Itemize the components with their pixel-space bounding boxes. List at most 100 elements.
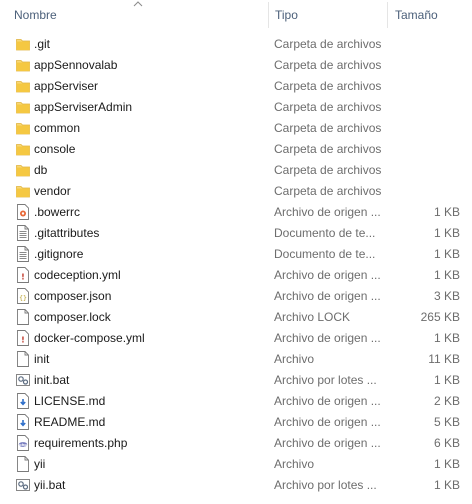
file-size: 1 KB bbox=[433, 457, 460, 471]
file-name: init bbox=[34, 352, 50, 366]
column-header-size[interactable]: Tamaño bbox=[389, 0, 472, 30]
file-row[interactable]: php requirements.php Archivo de origen ...… bbox=[0, 433, 472, 454]
file-row[interactable]: .gitattributes Documento de te... 1 KB bbox=[0, 223, 472, 244]
column-divider[interactable] bbox=[387, 2, 388, 28]
source-file-icon bbox=[16, 204, 30, 220]
file-name: appServiser bbox=[34, 79, 99, 93]
file-row[interactable]: appServiser Carpeta de archivos bbox=[0, 76, 472, 97]
file-type: Archivo de origen ... bbox=[274, 289, 381, 303]
file-size: 1 KB bbox=[433, 205, 460, 219]
file-size: 1 KB bbox=[433, 373, 460, 387]
file-type: Carpeta de archivos bbox=[274, 58, 382, 72]
file-row[interactable]: README.md Archivo de origen ... 5 KB bbox=[0, 412, 472, 433]
file-name: console bbox=[34, 142, 76, 156]
folder-icon bbox=[16, 162, 30, 178]
file-name: docker-compose.yml bbox=[34, 331, 145, 345]
file-row[interactable]: console Carpeta de archivos bbox=[0, 139, 472, 160]
column-header-name[interactable]: Nombre bbox=[8, 0, 268, 30]
file-row[interactable]: composer.lock Archivo LOCK 265 KB bbox=[0, 307, 472, 328]
file-name: appServiserAdmin bbox=[34, 100, 133, 114]
file-row[interactable]: ! docker-compose.yml Archivo de origen ...… bbox=[0, 328, 472, 349]
file-name: codeception.yml bbox=[34, 268, 121, 282]
file-name: README.md bbox=[34, 415, 106, 429]
folder-icon bbox=[16, 183, 30, 199]
file-type: Archivo de origen ... bbox=[274, 331, 381, 345]
svg-text:!: ! bbox=[21, 273, 25, 282]
file-size: 6 KB bbox=[433, 436, 460, 450]
file-type: Documento de te... bbox=[274, 226, 376, 240]
file-row[interactable]: common Carpeta de archivos bbox=[0, 118, 472, 139]
file-type: Archivo de origen ... bbox=[274, 436, 381, 450]
file-size: 265 KB bbox=[420, 310, 460, 324]
file-name: .gitattributes bbox=[34, 226, 100, 240]
file-type: Archivo de origen ... bbox=[274, 205, 381, 219]
text-document-icon bbox=[16, 225, 30, 241]
column-header-bar: Nombre Tipo Tamaño bbox=[0, 0, 472, 30]
file-name: composer.json bbox=[34, 289, 112, 303]
file-type: Carpeta de archivos bbox=[274, 142, 382, 156]
file-row[interactable]: yii.bat Archivo por lotes ... 1 KB bbox=[0, 475, 472, 496]
file-type: Carpeta de archivos bbox=[274, 100, 382, 114]
file-type: Carpeta de archivos bbox=[274, 37, 382, 51]
file-size: 11 KB bbox=[428, 352, 460, 366]
folder-icon bbox=[16, 78, 30, 94]
file-type: Archivo de origen ... bbox=[274, 268, 381, 282]
file-row[interactable]: LICENSE.md Archivo de origen ... 2 KB bbox=[0, 391, 472, 412]
file-type: Carpeta de archivos bbox=[274, 184, 382, 198]
file-size: 1 KB bbox=[433, 247, 460, 261]
svg-text:php: php bbox=[19, 443, 27, 447]
file-row[interactable]: appSennovalab Carpeta de archivos bbox=[0, 55, 472, 76]
blank-file-icon bbox=[16, 351, 30, 367]
file-type: Archivo de origen ... bbox=[274, 415, 381, 429]
file-size: 3 KB bbox=[433, 289, 460, 303]
file-size: 1 KB bbox=[433, 268, 460, 282]
markdown-file-icon bbox=[16, 414, 30, 430]
folder-icon bbox=[16, 141, 30, 157]
file-type: Carpeta de archivos bbox=[274, 163, 382, 177]
file-name: LICENSE.md bbox=[34, 394, 106, 408]
file-name: yii.bat bbox=[34, 478, 66, 492]
blank-file-icon bbox=[16, 456, 30, 472]
file-row[interactable]: vendor Carpeta de archivos bbox=[0, 181, 472, 202]
file-row[interactable]: init Archivo 11 KB bbox=[0, 349, 472, 370]
file-row[interactable]: appServiserAdmin Carpeta de archivos bbox=[0, 97, 472, 118]
folder-icon bbox=[16, 36, 30, 52]
file-size: 1 KB bbox=[433, 226, 460, 240]
file-row[interactable]: .gitignore Documento de te... 1 KB bbox=[0, 244, 472, 265]
text-document-icon bbox=[16, 246, 30, 262]
file-row[interactable]: ! codeception.yml Archivo de origen ... 1 K… bbox=[0, 265, 472, 286]
folder-icon bbox=[16, 99, 30, 115]
column-header-type[interactable]: Tipo bbox=[269, 0, 386, 30]
file-name: .git bbox=[34, 37, 51, 51]
file-type: Carpeta de archivos bbox=[274, 121, 382, 135]
file-row[interactable]: {} composer.json Archivo de origen ... 3 KB bbox=[0, 286, 472, 307]
file-type: Documento de te... bbox=[274, 247, 376, 261]
file-name: appSennovalab bbox=[34, 58, 118, 72]
file-name: common bbox=[34, 121, 81, 135]
file-size: 1 KB bbox=[433, 478, 460, 492]
file-name: yii bbox=[34, 457, 46, 471]
file-list: .git Carpeta de archivos appSennovalab Carp… bbox=[0, 34, 472, 496]
file-type: Archivo por lotes ... bbox=[274, 478, 377, 492]
file-row[interactable]: init.bat Archivo por lotes ... 1 KB bbox=[0, 370, 472, 391]
markdown-file-icon bbox=[16, 393, 30, 409]
json-file-icon: {} bbox=[16, 288, 30, 304]
file-name: vendor bbox=[34, 184, 71, 198]
file-name: requirements.php bbox=[34, 436, 128, 450]
file-type: Archivo de origen ... bbox=[274, 394, 381, 408]
file-row[interactable]: db Carpeta de archivos bbox=[0, 160, 472, 181]
file-row[interactable]: .git Carpeta de archivos bbox=[0, 34, 472, 55]
svg-text:!: ! bbox=[21, 336, 25, 345]
batch-file-icon bbox=[16, 372, 30, 388]
file-type: Archivo por lotes ... bbox=[274, 373, 377, 387]
file-name: .gitignore bbox=[34, 247, 84, 261]
blank-file-icon bbox=[16, 309, 30, 325]
file-size: 2 KB bbox=[433, 394, 460, 408]
file-row[interactable]: .bowerrc Archivo de origen ... 1 KB bbox=[0, 202, 472, 223]
svg-text:{}: {} bbox=[19, 294, 27, 302]
file-name: init.bat bbox=[34, 373, 70, 387]
folder-icon bbox=[16, 120, 30, 136]
php-file-icon: php bbox=[16, 435, 30, 451]
file-row[interactable]: yii Archivo 1 KB bbox=[0, 454, 472, 475]
yml-file-icon: ! bbox=[16, 267, 30, 283]
